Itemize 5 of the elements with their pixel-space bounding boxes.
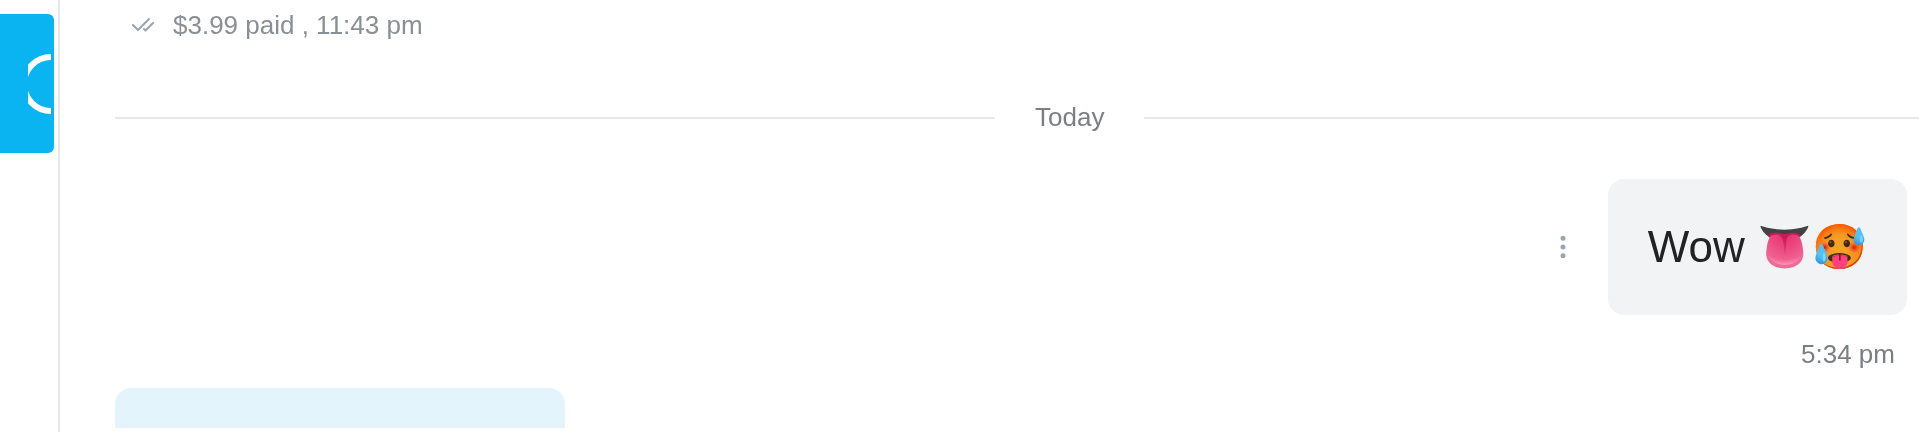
side-button[interactable]	[0, 14, 54, 153]
payment-status: $3.99 paid , 11:43 pm	[173, 8, 423, 42]
date-divider: Today	[1034, 101, 1106, 134]
message-time: 5:34 pm	[1801, 338, 1895, 371]
message-bubble: Wow 👅🥵	[1607, 179, 1907, 315]
